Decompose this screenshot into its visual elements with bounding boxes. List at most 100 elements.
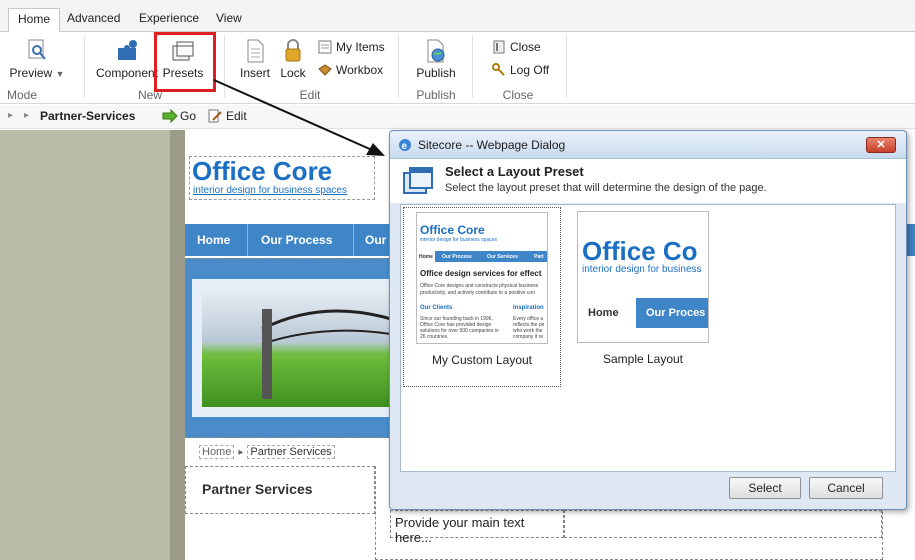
close-icon: ✕ — [876, 139, 886, 151]
group-label-close: Close — [502, 88, 534, 102]
lock-icon — [280, 38, 306, 64]
group-label-edit: Edit — [299, 88, 321, 102]
component-button[interactable]: Component — [96, 38, 158, 80]
thumb-nav-item: Our Process — [442, 254, 472, 260]
ribbon-separator — [472, 36, 473, 98]
preset-item-my-custom-layout[interactable]: Office Core interior design for business… — [403, 207, 561, 387]
banner-frame — [192, 279, 392, 417]
nav-item-our[interactable]: Our — [365, 233, 386, 247]
preset-name: Sample Layout — [602, 352, 684, 366]
arrow-right-icon — [162, 108, 178, 124]
preset-item-sample-layout[interactable]: Office Co interior design for business H… — [565, 207, 723, 387]
breadcrumb-current[interactable]: Partner-Services — [40, 109, 135, 123]
thumb-nav-item: Our Services — [487, 254, 518, 260]
thumb-col1-title: Our Clients — [420, 305, 453, 311]
thumb-title: Office Core — [420, 223, 485, 237]
puzzle-icon — [114, 38, 140, 64]
page-logo-tagline: interior design for business spaces — [193, 185, 347, 196]
ribbon-separator — [398, 36, 399, 98]
breadcrumb-bar: ▸ ▸ Partner-Services Go Edit — [0, 105, 915, 129]
thumb-heading: Office design services for effect — [420, 269, 542, 278]
layout-preset-dialog: e Sitecore -- Webpage Dialog ✕ Select a … — [389, 130, 907, 510]
dialog-header: Select a Layout Preset Select the layout… — [390, 159, 906, 203]
content-placeholder[interactable] — [564, 510, 882, 538]
lock-button[interactable]: Lock — [278, 38, 308, 80]
workbox-button[interactable]: Workbox — [318, 63, 383, 77]
go-button[interactable]: Go — [162, 108, 197, 124]
ie-icon: e — [398, 138, 412, 152]
preset-list: Office Core interior design for business… — [400, 204, 896, 472]
landscape-hills-icon — [261, 309, 392, 399]
chevron-right-icon: ▸ — [24, 110, 30, 121]
preset-thumbnail: Office Core interior design for business… — [416, 212, 548, 344]
ribbon-separator — [224, 36, 225, 98]
page-crumb-home[interactable]: Home — [199, 445, 235, 459]
logoff-button[interactable]: Log Off — [492, 63, 549, 77]
preview-icon — [24, 38, 50, 64]
tab-home[interactable]: Home — [8, 8, 61, 32]
nav-item-home[interactable]: Home — [197, 233, 230, 247]
close-doc-icon — [492, 40, 506, 54]
logo-placeholder[interactable]: Office Core interior design for business… — [189, 156, 375, 200]
workbox-icon — [318, 63, 332, 77]
edit-button[interactable]: Edit — [208, 109, 247, 123]
logoff-label: Log Off — [510, 63, 550, 77]
thumb-col2-title: Inspiration — [513, 305, 544, 311]
page-crumb-current[interactable]: Partner Services — [247, 445, 335, 459]
landscape-image — [202, 289, 392, 407]
publish-label: Publish — [416, 66, 456, 80]
tab-view[interactable]: View — [207, 8, 251, 32]
group-label-mode: Mode — [6, 88, 38, 102]
cancel-button[interactable]: Cancel — [809, 477, 883, 499]
my-items-button[interactable]: My Items — [318, 40, 385, 54]
component-label: Component — [96, 66, 159, 80]
section-title: Partner Services — [202, 481, 313, 497]
thumb-nav-item: Part — [534, 254, 544, 260]
insert-button[interactable]: Insert — [236, 38, 274, 80]
presets-highlight-box — [154, 32, 216, 92]
content-tree-panel — [0, 130, 170, 560]
dialog-titlebar[interactable]: e Sitecore -- Webpage Dialog ✕ — [390, 131, 906, 159]
edit-pencil-icon — [208, 109, 222, 123]
section-title-box[interactable]: Partner Services — [185, 466, 375, 514]
group-label-publish: Publish — [416, 88, 456, 102]
thumb-nav-item: Our Proces — [646, 307, 706, 319]
publish-button[interactable]: Publish — [414, 38, 458, 80]
my-items-label: My Items — [336, 40, 385, 54]
select-button[interactable]: Select — [729, 477, 801, 499]
thumb-nav: Home Our Process Our Services Part — [417, 251, 547, 262]
ribbon-separator — [566, 36, 567, 98]
main-text-field[interactable]: Provide your main text here... — [390, 510, 564, 545]
crumb-separator-icon: ▸ — [238, 446, 244, 458]
page-banner[interactable] — [185, 258, 392, 438]
thumb-col1-text: Since our founding back in 1996, Office … — [420, 316, 499, 340]
panel-splitter[interactable] — [170, 130, 185, 560]
lock-label: Lock — [280, 66, 306, 80]
dialog-close-button[interactable]: ✕ — [866, 137, 896, 153]
page-nav: Home Our Process Our — [185, 224, 390, 256]
thumb-text: Office Core designs and constructs physi… — [420, 283, 539, 296]
close-button[interactable]: Close — [492, 40, 541, 54]
tab-experience[interactable]: Experience — [130, 8, 208, 32]
globe-page-icon — [423, 38, 449, 64]
preset-thumbnail: Office Co interior design for business H… — [577, 211, 709, 343]
chevron-right-icon: ▸ — [8, 110, 14, 121]
preview-label: Preview — [9, 66, 53, 80]
go-label: Go — [180, 109, 197, 123]
dialog-subheading: Select the layout preset that will deter… — [445, 182, 767, 194]
key-icon — [492, 63, 506, 77]
svg-text:e: e — [402, 141, 408, 152]
thumb-nav-item: Home — [417, 251, 435, 262]
nav-item-our-process[interactable]: Our Process — [261, 233, 332, 247]
ribbon-tabbar: Home Advanced Experience View — [0, 0, 915, 32]
preview-button[interactable]: Preview ▼ — [8, 38, 66, 80]
tab-advanced[interactable]: Advanced — [58, 8, 129, 32]
dialog-title: Sitecore -- Webpage Dialog — [418, 138, 566, 152]
ribbon: Preview ▼ Mode Component Presets New Ins… — [0, 32, 915, 104]
close-label: Close — [510, 40, 541, 54]
thumb-title: Office Co — [582, 236, 698, 266]
thumb-col2-text: Every office a reflects the pe who work … — [513, 316, 545, 340]
nav-divider — [353, 224, 354, 256]
insert-label: Insert — [239, 66, 270, 80]
my-items-icon — [318, 40, 332, 54]
